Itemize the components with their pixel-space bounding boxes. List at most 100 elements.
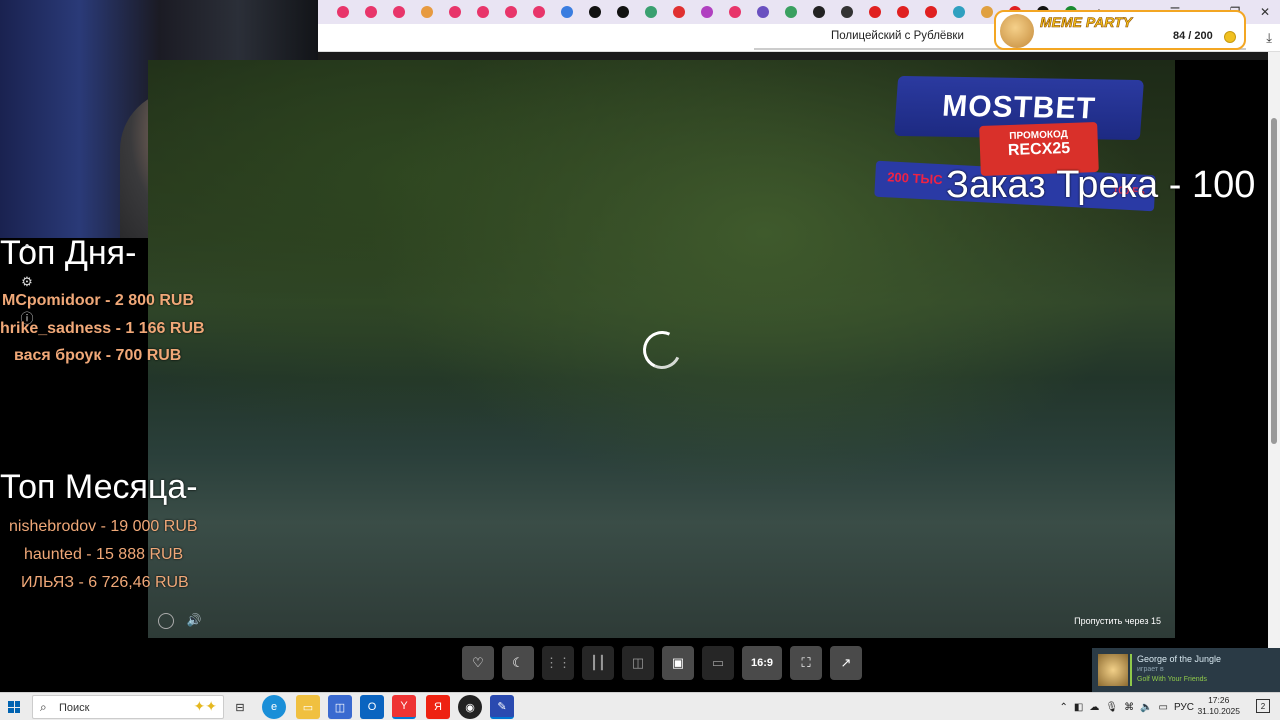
skip-ad-countdown[interactable]: Пропустить через 15 — [1074, 616, 1161, 626]
tab-icon-4-favicon — [421, 6, 433, 18]
top-month-item-3: ИЛЬЯЗ - 6 726,46 RUB — [21, 574, 189, 591]
audio-button[interactable]: ┃┃ — [582, 646, 614, 680]
ad-brand-logo: MOSTBET — [941, 89, 1097, 126]
tab-icon-20-favicon — [869, 6, 881, 18]
tab-icon-18[interactable] — [808, 2, 830, 22]
steam-notification[interactable]: George of the Jungle играет в Golf With … — [1092, 648, 1280, 692]
edge-icon[interactable]: e — [262, 695, 286, 719]
close-button[interactable]: ✕ — [1250, 0, 1280, 24]
tab-icon-8[interactable] — [528, 2, 550, 22]
language-indicator[interactable]: РУС — [1174, 702, 1194, 713]
picture-icon: ▣ — [671, 655, 685, 670]
tab-icon-19[interactable] — [836, 2, 858, 22]
tab-icon-6[interactable] — [472, 2, 494, 22]
tab-icon-5-favicon — [449, 6, 461, 18]
tab-icon-3-favicon — [393, 6, 405, 18]
download-icon[interactable]: ⤓ — [1266, 30, 1272, 46]
tab-icon-14[interactable] — [696, 2, 718, 22]
obs-icon[interactable]: ◉ — [458, 695, 482, 719]
clock-time: 17:26 — [1208, 695, 1230, 705]
tab-icon-4[interactable] — [416, 2, 438, 22]
pip-icon: ▭ — [711, 655, 725, 670]
notification-icon[interactable]: 2 — [1256, 699, 1270, 713]
tray-app-icon[interactable]: ◧ — [1074, 702, 1083, 713]
focus-button[interactable]: ⛶ — [790, 646, 822, 680]
tab-icon-9-favicon — [561, 6, 573, 18]
app-icon[interactable]: ✎ — [490, 695, 514, 719]
wifi-icon[interactable]: ⌘ — [1124, 702, 1134, 713]
tab-icon-7[interactable] — [500, 2, 522, 22]
tab-icon-1-favicon — [337, 6, 349, 18]
tab-icon-17-favicon — [785, 6, 797, 18]
video-header-strip — [318, 52, 1268, 60]
status-bar — [1130, 654, 1132, 686]
tab-icon-15[interactable] — [724, 2, 746, 22]
network-icon[interactable]: ▭ — [1159, 702, 1168, 713]
store-icon[interactable]: ◫ — [328, 695, 352, 719]
task-view-icon[interactable]: ⊟ — [228, 695, 252, 719]
tab-icon-22[interactable] — [920, 2, 942, 22]
file-explorer-icon[interactable]: ▭ — [296, 695, 320, 719]
windows-start-icon[interactable] — [8, 701, 20, 713]
pip-button[interactable]: ▭ — [702, 646, 734, 680]
tab-icon-10[interactable] — [584, 2, 606, 22]
gear-icon[interactable]: ⚙ — [20, 275, 34, 289]
cloud-icon[interactable]: ☁ — [1089, 702, 1099, 713]
scrollbar-thumb[interactable] — [1271, 118, 1277, 444]
tab-icon-16[interactable] — [752, 2, 774, 22]
like-button[interactable]: ♡ — [462, 646, 494, 680]
speaker-icon[interactable]: 🔈 — [1140, 702, 1152, 713]
tab-icon-18-favicon — [813, 6, 825, 18]
tab-icon-20[interactable] — [864, 2, 886, 22]
chevron-up-icon[interactable]: ⌃ — [1060, 702, 1068, 713]
dot-icon[interactable]: • — [20, 239, 34, 253]
grid-button[interactable]: ⋮⋮ — [542, 646, 574, 680]
tab-icon-3[interactable] — [388, 2, 410, 22]
search-placeholder: Поиск — [59, 702, 90, 714]
night-mode-button[interactable]: ☾ — [502, 646, 534, 680]
tab-icon-2-favicon — [365, 6, 377, 18]
picture-button[interactable]: ▣ — [662, 646, 694, 680]
external-link-button[interactable]: ↗ — [830, 646, 862, 680]
clock-date: 31.10.2025 — [1197, 706, 1240, 716]
tab-icon-14-favicon — [701, 6, 713, 18]
tab-icon-2[interactable] — [360, 2, 382, 22]
track-order-overlay: Заказ Трека - 100 — [946, 164, 1256, 206]
doge-icon — [1000, 14, 1034, 48]
tab-icon-21[interactable] — [892, 2, 914, 22]
mirror-icon: ◫ — [631, 655, 645, 670]
tab-icon-12[interactable] — [640, 2, 662, 22]
outlook-icon[interactable]: O — [360, 695, 384, 719]
circle-button-icon[interactable] — [158, 613, 174, 629]
search-icon: ⌕ — [40, 700, 47, 714]
loading-spinner-icon — [637, 325, 687, 375]
tab-icon-9[interactable] — [556, 2, 578, 22]
tab-icon-15-favicon — [729, 6, 741, 18]
tab-icon-21-favicon — [897, 6, 909, 18]
yandex-browser-icon[interactable]: Y — [392, 695, 416, 719]
tab-icon-1[interactable] — [332, 2, 354, 22]
aspect-ratio-button[interactable]: 16:9 — [742, 646, 782, 680]
clock[interactable]: 17:26 31.10.2025 — [1197, 695, 1240, 717]
taskbar-search[interactable]: ⌕ Поиск ✦✦ — [32, 695, 224, 719]
aspect-ratio-label: 16:9 — [750, 657, 774, 669]
tab-icon-22-favicon — [925, 6, 937, 18]
top-day-item-1: MCpomidoor - 2 800 RUB — [2, 292, 195, 309]
tab-icon-11-favicon — [617, 6, 629, 18]
ad-bonus-text: 200 ТЫС — [886, 169, 943, 188]
tab-icon-10-favicon — [589, 6, 601, 18]
tab-icon-5[interactable] — [444, 2, 466, 22]
tab-icon-13[interactable] — [668, 2, 690, 22]
tab-icon-12-favicon — [645, 6, 657, 18]
tab-icon-17[interactable] — [780, 2, 802, 22]
mirror-button[interactable]: ◫ — [622, 646, 654, 680]
tab-icon-23[interactable] — [948, 2, 970, 22]
yandex-icon[interactable]: Я — [426, 695, 450, 719]
tab-icon-16-favicon — [757, 6, 769, 18]
scrollbar[interactable] — [1268, 52, 1280, 650]
top-day-item-2: hrike_sadness - 1 166 RUB — [0, 320, 205, 337]
volume-icon[interactable]: 🔊 — [186, 613, 202, 629]
tab-icon-7-favicon — [505, 6, 517, 18]
mic-icon[interactable]: 🎙 — [1105, 702, 1118, 713]
tab-icon-11[interactable] — [612, 2, 634, 22]
